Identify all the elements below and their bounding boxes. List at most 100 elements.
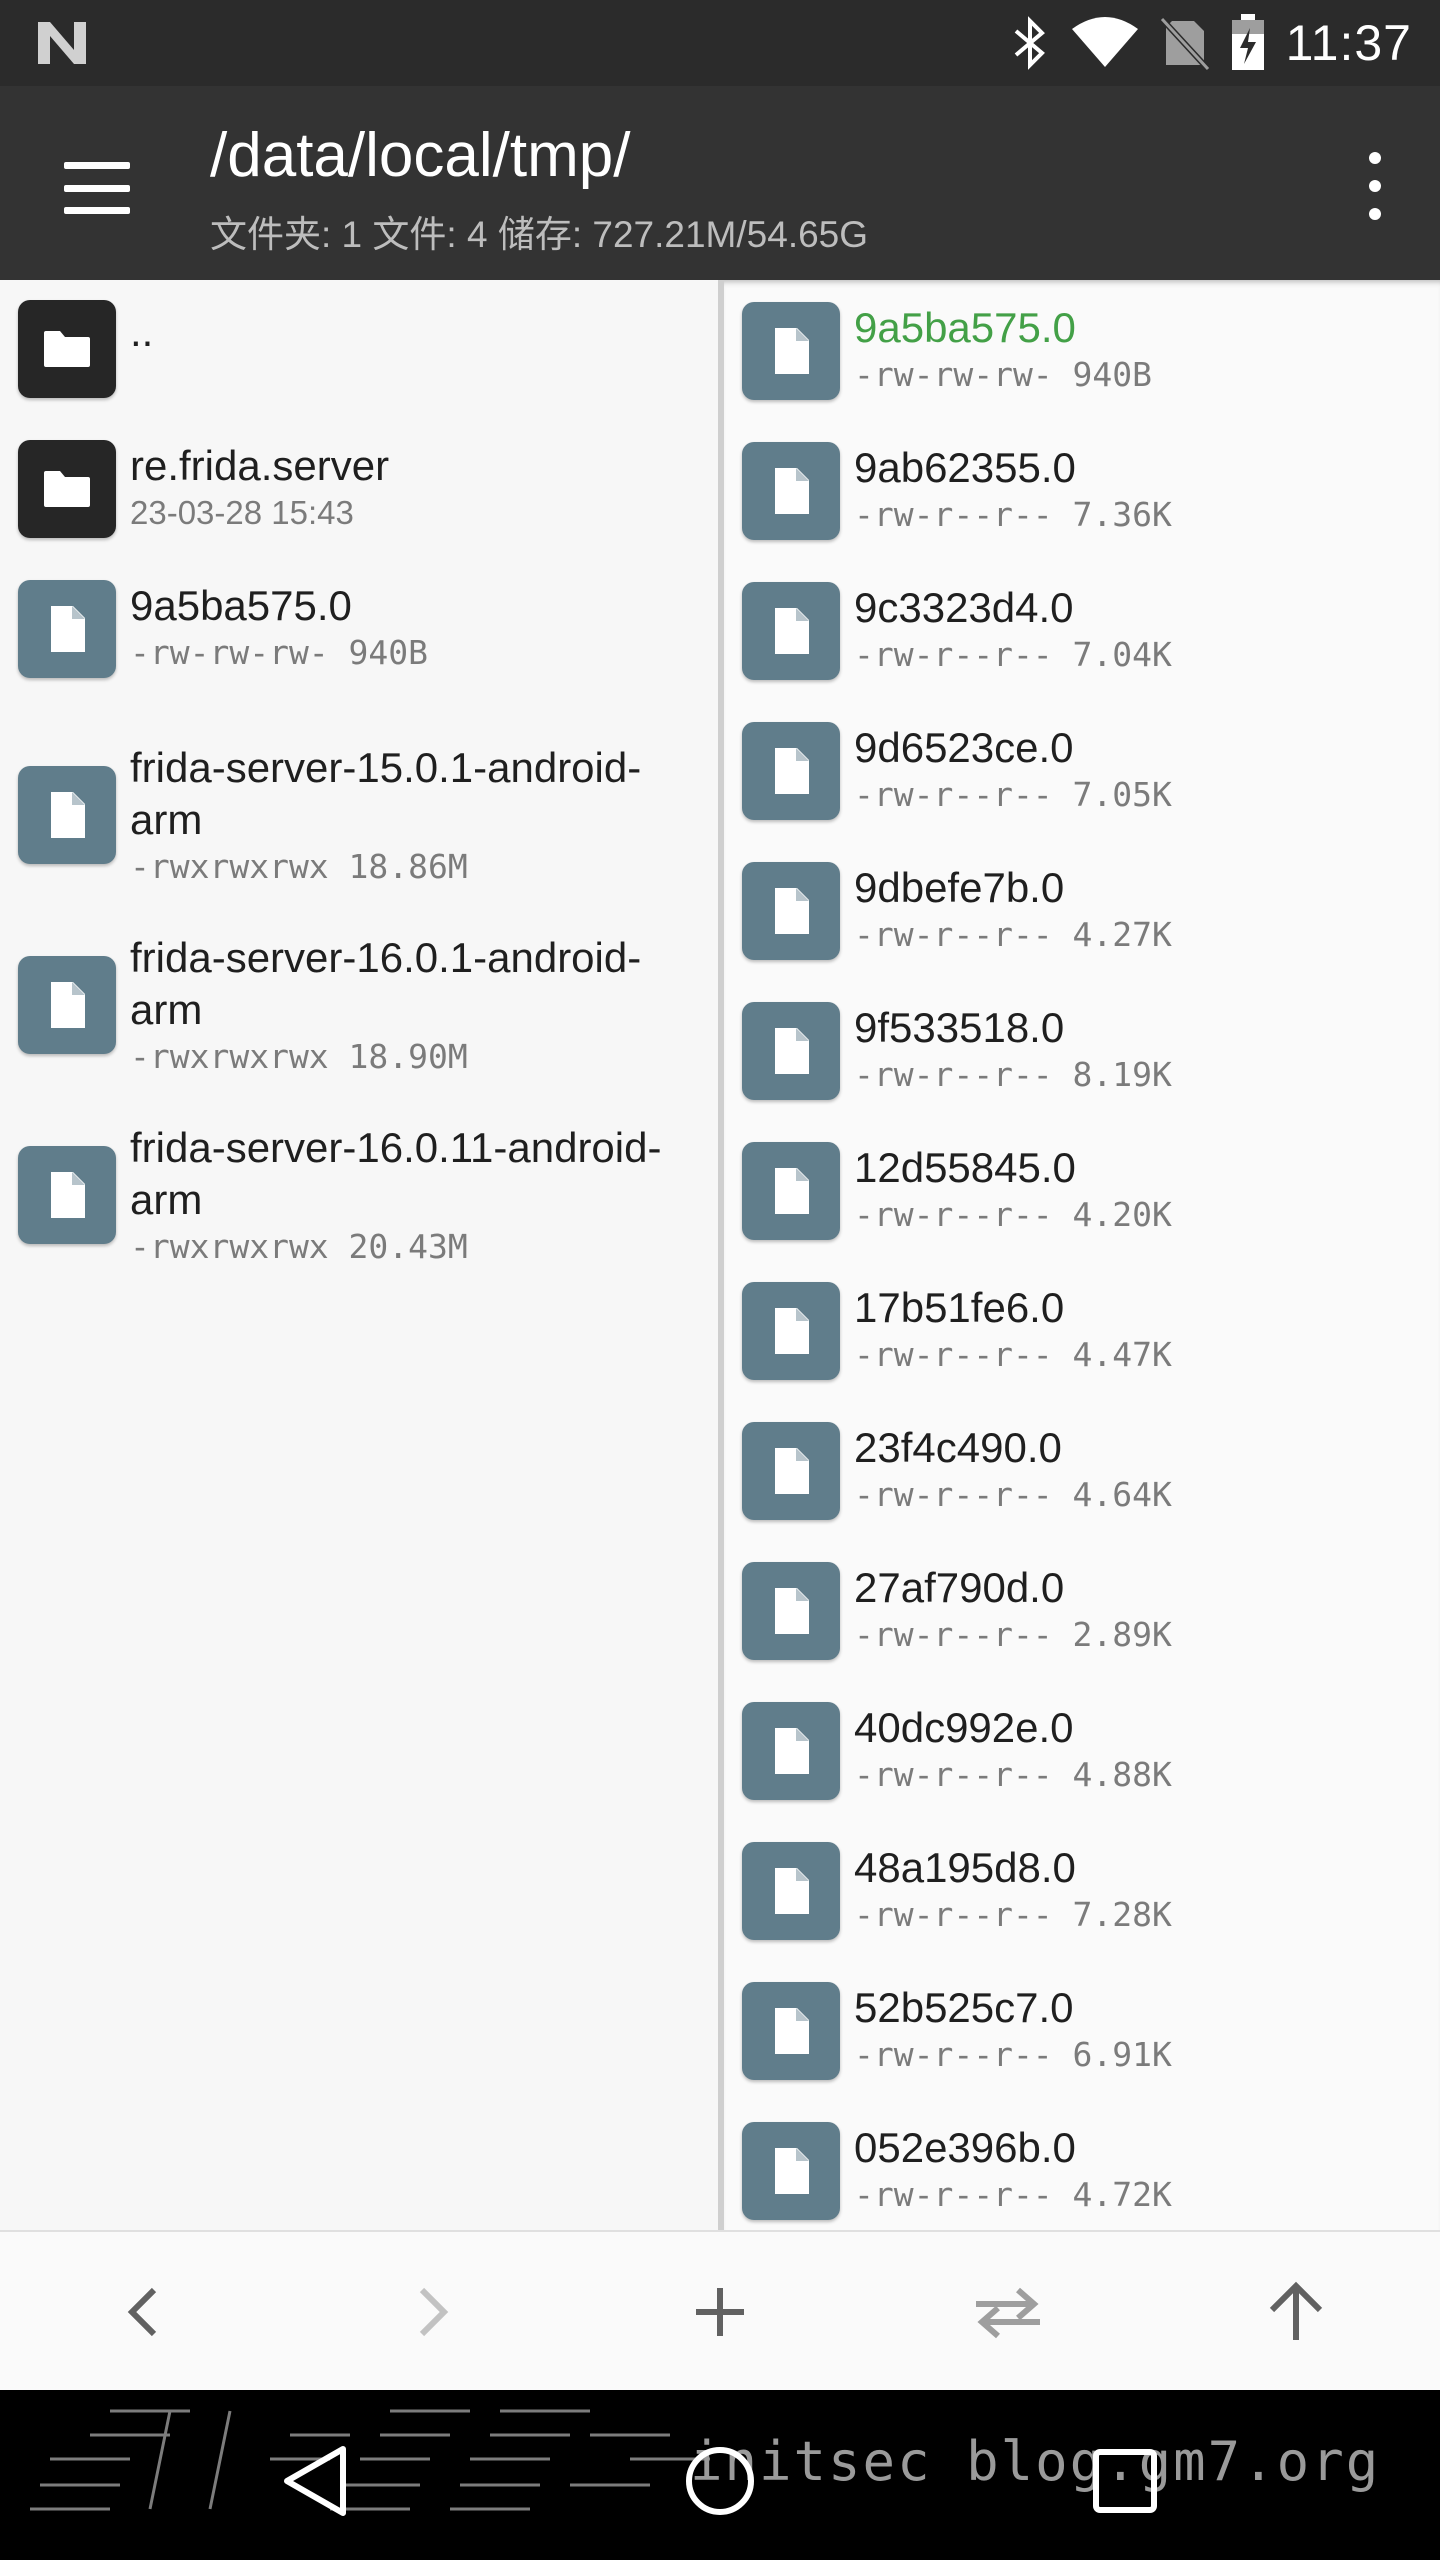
file-icon — [18, 1146, 116, 1244]
status-bar: 11:37 — [0, 0, 1440, 86]
file-name: .. — [130, 308, 154, 355]
list-item-file[interactable]: 52b525c7.0 -rw-r--r-- 6.91K — [724, 1982, 1440, 2122]
watermark-text: initsec blog.gm7.org — [690, 2430, 1381, 2493]
up-icon[interactable] — [1246, 2262, 1346, 2362]
list-item-file[interactable]: 12d55845.0 -rw-r--r-- 4.20K — [724, 1142, 1440, 1282]
file-name: 9dbefe7b.0 — [854, 864, 1065, 911]
file-name: 27af790d.0 — [854, 1564, 1065, 1611]
forward-icon[interactable] — [382, 2262, 482, 2362]
file-icon — [742, 722, 840, 820]
app-bar: /data/local/tmp/ 文件夹: 1 文件: 4 储存: 727.21… — [0, 86, 1440, 280]
file-meta: -rw-r--r-- 4.27K — [854, 915, 1172, 954]
list-item-file[interactable]: 9a5ba575.0 -rw-rw-rw- 940B — [0, 580, 718, 720]
file-icon — [742, 442, 840, 540]
list-item-file[interactable]: 9c3323d4.0 -rw-r--r-- 7.04K — [724, 582, 1440, 722]
swap-icon[interactable] — [958, 2262, 1058, 2362]
file-meta: -rw-r--r-- 6.91K — [854, 2035, 1172, 2074]
file-meta: -rw-r--r-- 7.04K — [854, 635, 1172, 674]
list-item-file[interactable]: 9ab62355.0 -rw-r--r-- 7.36K — [724, 442, 1440, 582]
storage-summary: 文件夹: 1 文件: 4 储存: 727.21M/54.65G — [210, 214, 869, 255]
n-logo-icon — [38, 22, 86, 64]
file-name: frida-server-16.0.11-android- arm — [130, 1124, 662, 1223]
add-icon[interactable] — [670, 2262, 770, 2362]
file-name: 9d6523ce.0 — [854, 724, 1074, 771]
file-icon — [742, 1422, 840, 1520]
nav-home-icon[interactable] — [675, 2436, 765, 2526]
file-meta: -rw-r--r-- 4.64K — [854, 1475, 1172, 1514]
file-name: frida-server-15.0.1-android- arm — [130, 744, 642, 843]
file-icon — [18, 766, 116, 864]
file-name: frida-server-16.0.1-android- arm — [130, 934, 642, 1033]
file-meta: -rw-r--r-- 7.28K — [854, 1895, 1172, 1934]
file-meta: -rw-rw-rw- 940B — [130, 633, 429, 672]
battery-charging-icon — [1231, 14, 1264, 70]
file-name: 9c3323d4.0 — [854, 584, 1074, 631]
list-item-parent-folder[interactable]: .. — [0, 300, 718, 440]
list-item-folder[interactable]: re.frida.server 23-03-28 15:43 — [0, 440, 718, 580]
file-name: 052e396b.0 — [854, 2124, 1076, 2171]
file-icon — [742, 582, 840, 680]
file-name: 48a195d8.0 — [854, 1844, 1076, 1891]
file-meta: -rw-r--r-- 7.05K — [854, 775, 1172, 814]
left-file-pane[interactable]: .. re.frida.server 23-03-28 15:43 9a5ba5… — [0, 280, 718, 2230]
file-name: 52b525c7.0 — [854, 1984, 1074, 2031]
file-name: re.frida.server — [130, 442, 390, 489]
file-icon — [18, 956, 116, 1054]
folder-icon — [18, 440, 116, 538]
file-icon — [18, 580, 116, 678]
file-name: 9a5ba575.0 — [130, 582, 352, 629]
file-name: 9a5ba575.0 — [854, 304, 1076, 351]
file-meta: -rwxrwxrwx 18.86M — [130, 847, 468, 886]
file-name: 9ab62355.0 — [854, 444, 1076, 491]
no-sim-icon — [1159, 16, 1210, 71]
file-meta: -rwxrwxrwx 20.43M — [130, 1227, 468, 1266]
file-meta: -rw-r--r-- 2.89K — [854, 1615, 1172, 1654]
file-icon — [742, 1562, 840, 1660]
list-item-file[interactable]: 17b51fe6.0 -rw-r--r-- 4.47K — [724, 1282, 1440, 1422]
list-item-file[interactable]: 27af790d.0 -rw-r--r-- 2.89K — [724, 1562, 1440, 1702]
file-meta: -rw-r--r-- 4.72K — [854, 2175, 1172, 2214]
file-icon — [742, 1002, 840, 1100]
watermark-ascii-logo-icon — [30, 2409, 710, 2511]
file-icon — [742, 1282, 840, 1380]
list-item-file[interactable]: frida-server-16.0.1-android- arm -rwxrwx… — [0, 910, 718, 1100]
file-meta: -rw-r--r-- 7.36K — [854, 495, 1172, 534]
menu-icon[interactable] — [56, 152, 138, 224]
bottom-toolbar — [0, 2230, 1440, 2390]
file-meta: -rw-r--r-- 4.20K — [854, 1195, 1172, 1234]
list-item-file[interactable]: frida-server-15.0.1-android- arm -rwxrwx… — [0, 720, 718, 910]
file-icon — [742, 1982, 840, 2080]
nav-back-icon[interactable] — [270, 2436, 360, 2526]
file-icon — [742, 1842, 840, 1940]
page-title: /data/local/tmp/ — [210, 121, 631, 190]
list-item-file[interactable]: 9d6523ce.0 -rw-r--r-- 7.05K — [724, 722, 1440, 862]
file-name: 23f4c490.0 — [854, 1424, 1062, 1471]
list-item-file[interactable]: 9f533518.0 -rw-r--r-- 8.19K — [724, 1002, 1440, 1142]
bluetooth-icon — [1014, 16, 1045, 70]
back-icon[interactable] — [94, 2262, 194, 2362]
file-icon — [742, 2122, 840, 2220]
file-meta: -rw-r--r-- 8.19K — [854, 1055, 1172, 1094]
file-name: 9f533518.0 — [854, 1004, 1065, 1051]
list-item-file[interactable]: 9a5ba575.0 -rw-rw-rw- 940B — [724, 302, 1440, 442]
nav-recents-icon[interactable] — [1080, 2436, 1170, 2526]
list-item-file[interactable]: 40dc992e.0 -rw-r--r-- 4.88K — [724, 1702, 1440, 1842]
list-item-file[interactable]: 9dbefe7b.0 -rw-r--r-- 4.27K — [724, 862, 1440, 1002]
list-item-file[interactable]: 48a195d8.0 -rw-r--r-- 7.28K — [724, 1842, 1440, 1982]
file-icon — [742, 1142, 840, 1240]
right-file-pane[interactable]: 9a5ba575.0 -rw-rw-rw- 940B 9ab62355.0 -rw-r… — [724, 280, 1440, 2230]
file-meta: -rw-rw-rw- 940B — [854, 355, 1153, 394]
wifi-icon — [1071, 17, 1138, 67]
list-item-file[interactable]: frida-server-16.0.11-android- arm -rwxrw… — [0, 1100, 718, 1290]
list-item-file[interactable]: 052e396b.0 -rw-r--r-- 4.72K — [724, 2122, 1440, 2230]
file-icon — [742, 862, 840, 960]
file-icon — [742, 1702, 840, 1800]
overflow-menu-icon[interactable] — [1350, 146, 1400, 226]
file-meta: 23-03-28 15:43 — [130, 494, 354, 531]
file-meta: -rw-r--r-- 4.88K — [854, 1755, 1172, 1794]
file-name: 17b51fe6.0 — [854, 1284, 1065, 1331]
status-time: 11:37 — [1285, 15, 1412, 71]
list-item-file[interactable]: 23f4c490.0 -rw-r--r-- 4.64K — [724, 1422, 1440, 1562]
file-icon — [742, 302, 840, 400]
folder-icon — [18, 300, 116, 398]
